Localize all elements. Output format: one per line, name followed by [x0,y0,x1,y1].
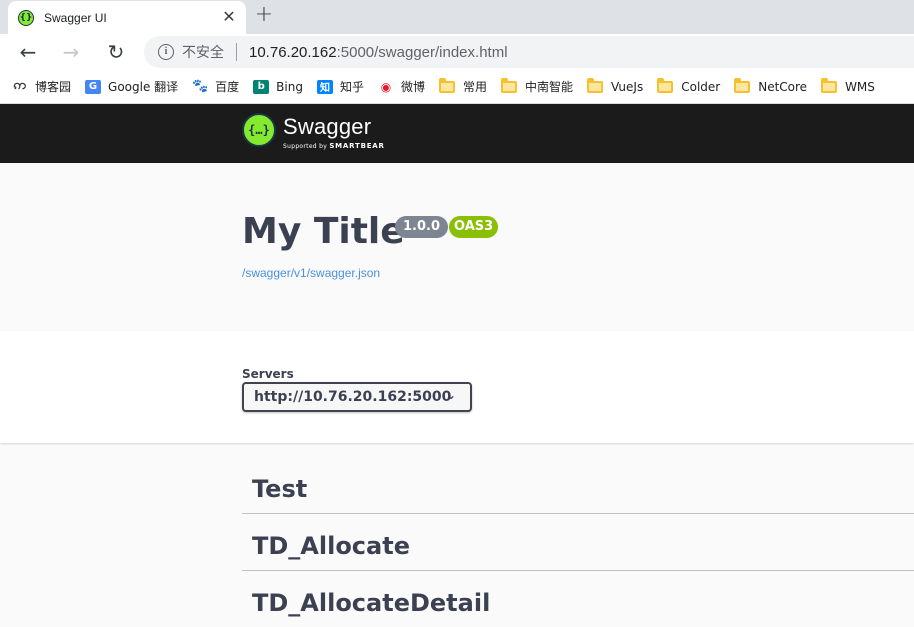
bookmark-label: VueJs [611,79,644,94]
folder-icon [439,77,455,93]
bookmark-folder-wms[interactable]: WMS [821,77,875,94]
bookmark-cnblogs[interactable]: ဢ 博客园 [12,78,71,95]
folder-icon [501,77,518,93]
cnblogs-icon: ဢ [13,78,27,93]
zhihu-icon: 知 [316,79,333,94]
bookmark-label: Bing [276,79,303,94]
back-button[interactable]: ← [15,39,41,65]
bookmark-baidu[interactable]: 🐾 百度 [192,78,239,95]
servers-selected-value: http://10.76.20.162:5000 [254,389,452,405]
tab-title: Swagger UI [44,10,107,25]
bookmark-label: 中南智能 [525,80,574,94]
folder-icon [587,77,604,93]
bookmark-label: 知乎 [339,80,364,94]
browser-tab-bar: {} Swagger UI ✕ + [0,0,914,34]
close-tab-icon[interactable]: ✕ [220,8,238,26]
bookmark-folder-common[interactable]: 常用 [439,77,488,95]
url-path: :5000/swagger/index.html [336,43,508,61]
bookmark-label: 常用 [463,80,488,94]
url-host: 10.76.20.162 [249,43,337,61]
bookmark-label: 微博 [400,80,425,94]
folder-icon [734,77,751,93]
browser-tab[interactable]: {} Swagger UI ✕ [8,1,246,34]
swagger-logo[interactable]: {…} Swagger Supported by SMARTBEAR [242,113,385,150]
bookmark-label: 百度 [215,80,240,94]
baidu-paw-icon: 🐾 [192,79,209,94]
bookmark-folder-vuejs[interactable]: VueJs [587,77,644,94]
new-tab-button[interactable]: + [252,4,276,28]
bing-icon: b [253,79,270,94]
info-icon[interactable]: i [158,44,174,60]
servers-section: Servers http://10.76.20.162:5000 ⌄ [0,331,914,443]
servers-label: Servers [242,367,294,381]
servers-select[interactable]: http://10.76.20.162:5000 ⌄ [242,382,472,412]
bookmarks-bar: ဢ 博客园 G Google 翻译 🐾 百度 b Bing 知 知乎 ◉ 微博 … [0,70,914,104]
bookmark-folder-colder[interactable]: Colder [657,77,721,94]
forward-button[interactable]: → [58,39,84,65]
tag-test[interactable]: Test [242,443,914,514]
bookmark-label: 博客园 [35,80,72,94]
reload-button[interactable]: ↻ [103,39,129,65]
bookmark-label: WMS [845,79,875,94]
bookmark-weibo[interactable]: ◉ 微博 [378,78,425,95]
folder-icon [821,77,838,93]
security-label[interactable]: 不安全 [182,42,224,62]
bookmark-folder-netcore[interactable]: NetCore [734,77,808,94]
bookmark-label: Colder [681,79,721,94]
bookmark-label: Google 翻译 [108,80,179,94]
tag-td-allocate[interactable]: TD_Allocate [242,514,914,571]
bookmark-zhihu[interactable]: 知 知乎 [316,78,364,95]
address-bar[interactable]: i 不安全 10.76.20.162:5000/swagger/index.ht… [144,36,914,68]
bookmark-label: NetCore [758,79,808,94]
swagger-topbar: {…} Swagger Supported by SMARTBEAR [0,104,914,163]
address-divider [236,43,237,61]
folder-icon [657,77,674,93]
oas-badge: OAS3 [449,216,499,238]
swagger-logo-name: Swagger [283,114,372,139]
browser-toolbar: ← → ↻ i 不安全 10.76.20.162:5000/swagger/in… [0,34,914,70]
operation-tags: Test TD_Allocate TD_AllocateDetail [242,443,914,627]
api-info: My Title 1.0.0 OAS3 /swagger/v1/swagger.… [0,163,914,331]
page-title: My Title [242,211,405,252]
spec-url-link[interactable]: /swagger/v1/swagger.json [242,266,380,280]
bookmark-google-translate[interactable]: G Google 翻译 [85,78,178,95]
google-translate-icon: G [85,79,102,94]
bookmark-folder-zhongnan[interactable]: 中南智能 [501,77,574,95]
tag-td-allocatedetail[interactable]: TD_AllocateDetail [242,571,914,627]
bookmark-bing[interactable]: b Bing [253,79,303,94]
swagger-logo-icon: {…} [242,113,276,147]
swagger-favicon-icon: {} [18,9,34,26]
swagger-logo-tagline: Supported by SMARTBEAR [283,142,385,150]
weibo-icon: ◉ [380,79,392,94]
chevron-down-icon: ⌄ [445,388,456,402]
version-badge: 1.0.0 [395,216,449,238]
